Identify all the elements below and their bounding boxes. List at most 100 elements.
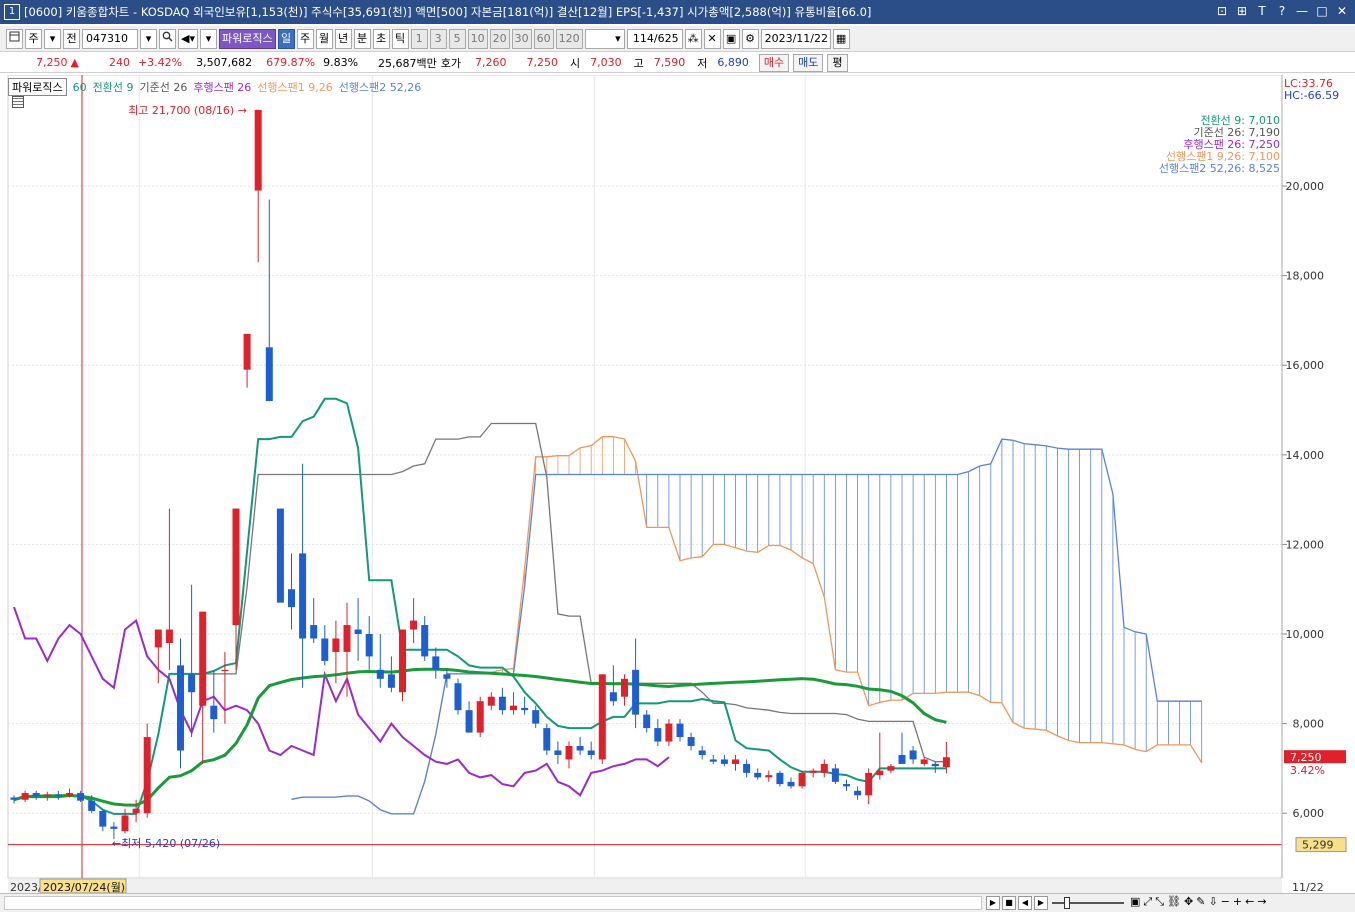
gear-icon[interactable]: ⚙ <box>741 28 759 49</box>
conversion-line <box>13 397 947 815</box>
trade-amount: 25,687백만 <box>378 56 437 70</box>
candle-body <box>10 797 18 800</box>
expand-icon[interactable]: ⤢ <box>1143 895 1152 909</box>
candle-body <box>77 793 85 801</box>
period-minute-button[interactable]: 분 <box>353 28 371 49</box>
candle-body <box>865 772 873 796</box>
legend-item-lagging: 후행스팬 26 <box>193 81 252 94</box>
interval-button[interactable]: 5 <box>448 28 466 49</box>
candle-body <box>820 763 828 773</box>
help-icon[interactable]: ? <box>1275 3 1289 19</box>
lock-icon[interactable]: ⊞ <box>1235 3 1249 19</box>
date-field[interactable]: 2023/11/22 <box>760 28 831 49</box>
chevron-down-icon[interactable]: ▾ <box>44 28 61 49</box>
crosshair-icon[interactable]: ✕ <box>703 28 721 49</box>
window-title: [0600] 키움종합차트 - KOSDAQ 외국인보유[1,153(천)] 주… <box>24 5 872 19</box>
turnover: 9.83% <box>323 56 359 69</box>
period-year-button[interactable]: 년 <box>334 28 352 49</box>
candle-body <box>698 750 706 755</box>
download-icon[interactable]: ⇩ <box>1208 895 1217 909</box>
candle-body <box>43 794 51 797</box>
font-icon[interactable]: T <box>1255 3 1269 19</box>
high-price: 7,590 <box>653 56 686 69</box>
candle-body <box>265 347 273 402</box>
zoom-handle[interactable] <box>1064 897 1070 909</box>
stock-name-label[interactable]: 파워로직스 <box>218 28 276 49</box>
zoom-in-icon[interactable]: + <box>1233 895 1242 909</box>
value-span2: 선행스팬2 52,26: 8,525 <box>1158 162 1280 175</box>
stock-code-input[interactable]: 047310 <box>82 28 138 49</box>
low-price: 6,890 <box>717 56 749 69</box>
edit-icon[interactable]: ✎ <box>1196 895 1205 909</box>
interval-button[interactable]: 1 <box>410 28 428 49</box>
move-icon[interactable]: ✥ <box>1184 895 1193 909</box>
zoom-slider[interactable] <box>1052 902 1124 904</box>
bottom-scrollbar[interactable]: ▶ ■ ◀ ▶ ▣ ⤢ ⤡ ⛓ ✥ ✎ ⇩ − + ← → <box>0 893 1355 912</box>
count-field[interactable]: 114/625 <box>626 28 683 49</box>
candle-body <box>510 705 517 711</box>
interval-button[interactable]: 20 <box>489 28 510 49</box>
chart-settings-icon[interactable]: ⁂ <box>684 28 702 49</box>
maximize-icon[interactable]: □ <box>1315 3 1329 19</box>
restore-icon[interactable]: ⊡ <box>1215 3 1229 19</box>
window-controls: ⊡ ⊞ T ? — □ ✕ <box>1215 3 1349 19</box>
toolbar: 주 ▾ 전 047310 ▾ ◀▾ ▾ 파워로직스 일 주 월 년 분 초 틱 … <box>0 26 1355 52</box>
candle-body <box>798 772 806 787</box>
candle-body <box>221 669 229 672</box>
interval-button[interactable]: 30 <box>511 28 532 49</box>
layout-icon[interactable] <box>6 28 23 49</box>
candle-body <box>432 656 440 670</box>
legend-title[interactable]: 파워로직스 <box>8 78 67 96</box>
close-icon[interactable]: ✕ <box>1335 3 1349 19</box>
arrow-right-icon[interactable]: → <box>1257 895 1266 909</box>
code-dropdown-icon[interactable]: ▾ <box>140 28 157 49</box>
interval-button[interactable]: 120 <box>555 28 583 49</box>
candle-body <box>654 728 662 742</box>
arrow-left-icon[interactable]: ← <box>1245 895 1254 909</box>
link-icon[interactable]: ⛓ <box>1167 895 1181 909</box>
scroll-track[interactable] <box>4 896 982 910</box>
market-select[interactable]: 주 <box>25 28 42 49</box>
candle-body <box>876 770 884 776</box>
buy-button[interactable]: 매수 <box>758 53 790 72</box>
legend-item-span1: 선행스팬1 9,26 <box>257 81 333 94</box>
interval-button[interactable]: 60 <box>533 28 554 49</box>
menu-icon[interactable]: ▾ <box>199 28 217 49</box>
period-week-button[interactable]: 주 <box>296 28 314 49</box>
period-month-button[interactable]: 월 <box>315 28 333 49</box>
save-icon[interactable]: ▣ <box>722 28 740 49</box>
eval-button[interactable]: 평 <box>827 53 848 72</box>
minimize-icon[interactable]: — <box>1295 3 1309 19</box>
fit-icon[interactable]: ▣ <box>1130 895 1140 909</box>
speaker-icon[interactable]: ◀▾ <box>178 28 198 49</box>
period-second-button[interactable]: 초 <box>372 28 390 49</box>
next-icon[interactable]: ▶ <box>1034 896 1048 910</box>
price-tick-label: 20,000 <box>1286 180 1325 193</box>
grid-toggle-icon[interactable] <box>12 96 24 108</box>
prev-icon[interactable]: ◀ <box>1018 896 1032 910</box>
app-icon[interactable]: 1 <box>4 4 20 20</box>
moving-average-line <box>13 667 947 807</box>
candle-body <box>521 707 529 711</box>
scroll-right-icon[interactable]: ▶ <box>986 896 1000 910</box>
high-annotation: 최고 21,700 (08/16) → <box>128 104 247 117</box>
period-day-button[interactable]: 일 <box>277 28 295 49</box>
scope-select[interactable]: 전 <box>63 28 80 49</box>
price-chart[interactable]: 20,000 18,000 16,000 14,000 12,000 10,000 8,00… <box>0 75 1355 893</box>
candle-body <box>243 333 251 370</box>
period-tick-button[interactable]: 틱 <box>391 28 409 49</box>
shrink-icon[interactable]: ⤡ <box>1155 895 1164 909</box>
interval-dropdown[interactable]: ▾ <box>584 28 625 49</box>
candle-body <box>498 696 506 711</box>
candle-body <box>776 772 784 785</box>
interval-button[interactable]: 3 <box>429 28 447 49</box>
interval-button[interactable]: 10 <box>467 28 488 49</box>
search-icon[interactable] <box>159 28 176 49</box>
zoom-out-icon[interactable]: − <box>1221 895 1230 909</box>
candle-body <box>376 669 384 679</box>
calendar-icon[interactable]: ▦ <box>832 28 850 49</box>
sell-button[interactable]: 매도 <box>793 53 824 72</box>
candle-body <box>421 625 429 657</box>
chart-area[interactable]: 20,000 18,000 16,000 14,000 12,000 10,000 8,00… <box>0 75 1355 893</box>
stop-icon[interactable]: ■ <box>1002 896 1016 910</box>
